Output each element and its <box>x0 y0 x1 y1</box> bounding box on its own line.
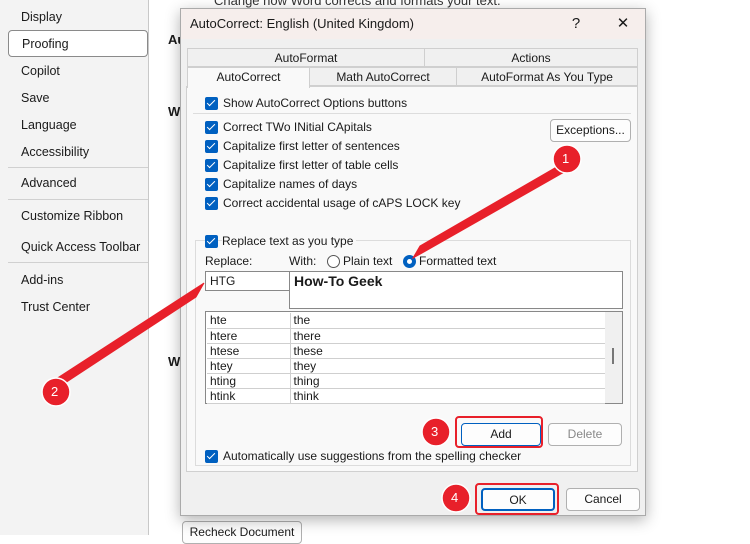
marker-2-label: 2 <box>51 384 59 399</box>
arrow-2 <box>55 282 205 386</box>
ok-highlight <box>475 483 559 515</box>
annotation-layer <box>41 144 582 515</box>
marker-1-label: 1 <box>562 151 570 166</box>
marker-3-label: 3 <box>431 424 439 439</box>
marker-4-label: 4 <box>451 490 459 505</box>
add-highlight <box>455 416 543 448</box>
arrow-1 <box>411 164 567 260</box>
